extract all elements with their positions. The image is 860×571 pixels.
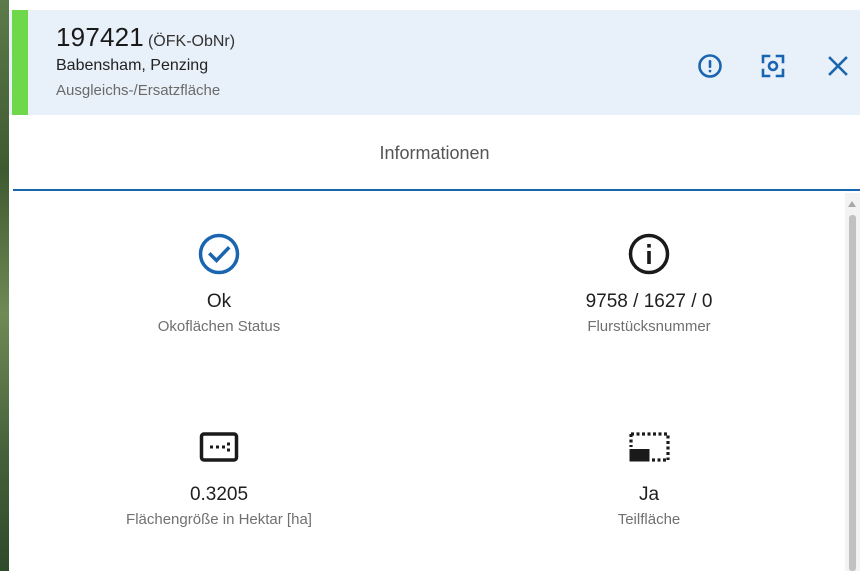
flurstueck-label: Flurstücksnummer	[587, 318, 711, 335]
tab-bar: Informationen	[9, 115, 860, 193]
close-icon	[828, 56, 848, 76]
area-value: 0.3205	[189, 484, 249, 505]
object-type: Ausgleichs-/Ersatzfläche	[56, 82, 221, 99]
object-location: Babensham, Penzing	[56, 57, 209, 74]
center-focus-icon	[761, 54, 785, 78]
status-value: Ok	[206, 291, 232, 312]
tab-active-indicator	[13, 189, 860, 191]
teilflaeche-value: Ja	[638, 484, 660, 505]
scrollbar[interactable]	[845, 193, 860, 571]
area-size-icon	[199, 432, 239, 462]
area-label: Flächengröße in Hektar [ha]	[126, 511, 312, 528]
tab-informationen[interactable]: Informationen	[9, 115, 860, 191]
close-button[interactable]	[822, 50, 854, 82]
flurstueck-value: 9758 / 1627 / 0	[585, 291, 713, 312]
feature-info-panel: 197421 (ÖFK-ObNr) Babensham, Penzing Ausg…	[9, 0, 860, 571]
report-button[interactable]	[694, 50, 726, 82]
info-grid: Ok Okoflächen Status 9758 / 1627 / 0 Flu…	[9, 193, 845, 571]
object-number: 197421	[56, 22, 144, 52]
status-label: Okoflächen Status	[157, 318, 281, 335]
info-icon	[628, 233, 670, 275]
info-area: 0.3205 Flächengröße in Hektar [ha]	[69, 423, 369, 528]
map-background	[0, 0, 9, 571]
teilflaeche-label: Teilfläche	[617, 511, 681, 528]
status-color-bar	[12, 10, 28, 115]
scroll-up-arrow[interactable]	[848, 201, 856, 207]
partial-area-icon	[629, 432, 670, 462]
alert-circle-icon	[698, 54, 722, 78]
focus-button[interactable]	[757, 50, 789, 82]
info-status: Ok Okoflächen Status	[69, 230, 369, 335]
scrollbar-thumb[interactable]	[849, 215, 856, 571]
panel-header: 197421 (ÖFK-ObNr) Babensham, Penzing Ausg…	[9, 10, 860, 115]
info-flurstueck: 9758 / 1627 / 0 Flurstücksnummer	[499, 230, 799, 335]
check-circle-icon	[198, 233, 240, 275]
info-teilflaeche: Ja Teilfläche	[499, 423, 799, 528]
object-number-type: (ÖFK-ObNr)	[147, 33, 236, 50]
object-title: 197421 (ÖFK-ObNr)	[56, 22, 235, 53]
